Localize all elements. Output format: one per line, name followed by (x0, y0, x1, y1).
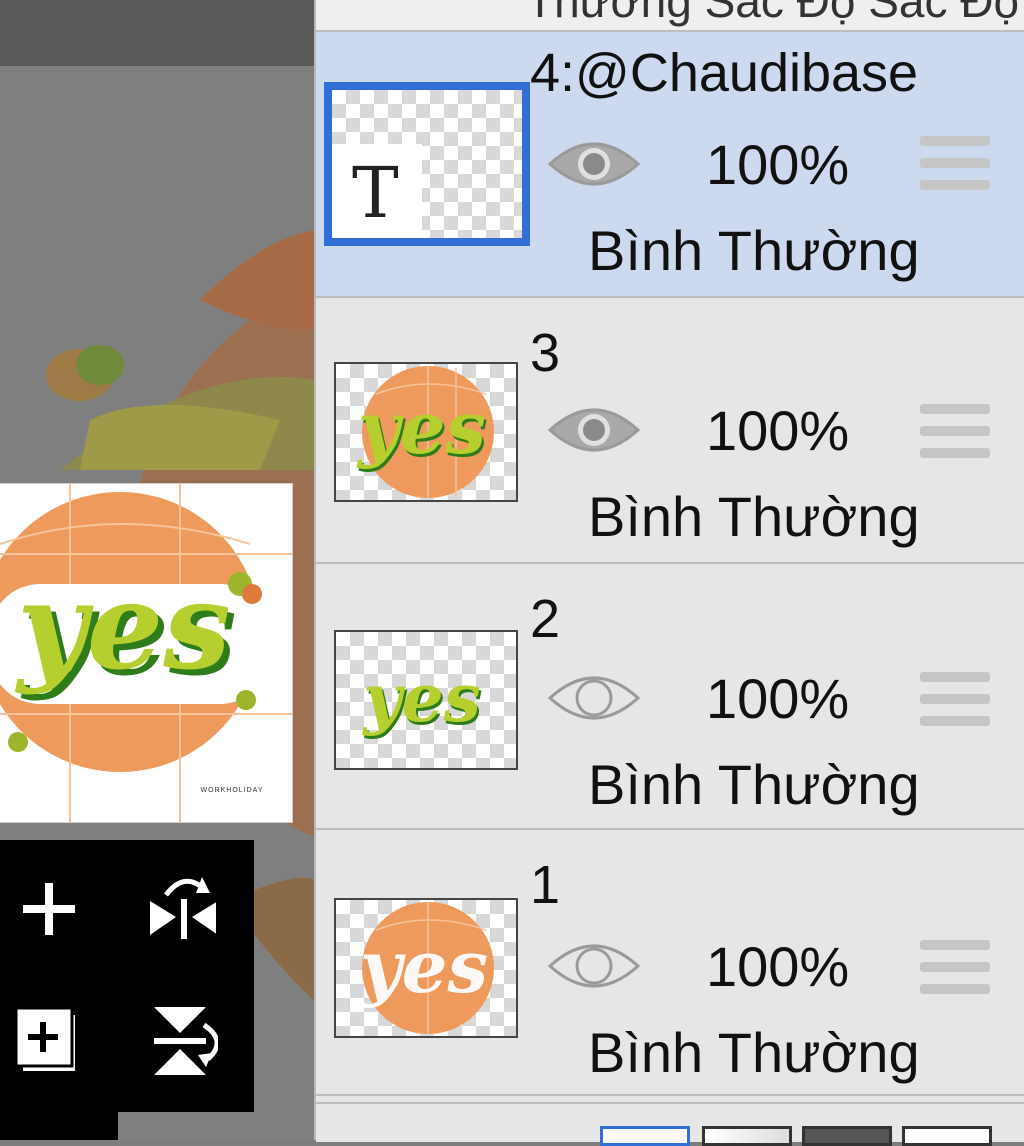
eye-hidden-icon[interactable] (546, 666, 642, 730)
layer-name: 3 (530, 323, 561, 383)
svg-text:yes: yes (361, 659, 481, 737)
swatch-selected[interactable] (600, 1126, 690, 1146)
eye-icon[interactable] (546, 132, 642, 196)
layer-opacity[interactable]: 100% (706, 666, 849, 731)
flip-vertical-button[interactable] (148, 1006, 218, 1076)
layer-tools-panel (0, 840, 254, 1112)
layer-2-artwork: yes yes (361, 659, 483, 740)
layer-thumbnail[interactable]: yes (334, 898, 518, 1038)
layer-row-2[interactable]: yes yes 2 100% Bình Thường (316, 564, 1024, 830)
swatch-light[interactable] (702, 1126, 792, 1146)
canvas-area[interactable]: yes yes WORKHOLIDAY (0, 0, 314, 1140)
flip-horizontal-icon (150, 877, 216, 939)
add-layer-button[interactable] (14, 874, 84, 944)
layer-blend-mode[interactable]: Bình Thường (588, 484, 920, 549)
preview-small-print: WORKHOLIDAY (201, 787, 264, 794)
layer-name: 1 (530, 855, 561, 915)
drag-handle-icon[interactable] (920, 938, 990, 996)
drag-handle-icon[interactable] (920, 134, 990, 192)
layer-blend-mode[interactable]: Bình Thường (588, 218, 920, 283)
drag-handle-icon[interactable] (920, 402, 990, 460)
layer-thumbnail[interactable]: yes yes (334, 362, 518, 502)
layer-name: 2 (530, 589, 561, 649)
svg-text:yes: yes (356, 385, 486, 470)
layer-row-3[interactable]: yes yes 3 100% Bình Thường (316, 298, 1024, 564)
preview-artwork: yes yes WORKHOLIDAY (0, 484, 292, 822)
layer-3-artwork: yes yes (356, 366, 494, 498)
layer-thumbnail[interactable]: T (324, 82, 530, 246)
flip-vertical-icon (154, 1007, 218, 1075)
swatch-white[interactable] (902, 1126, 992, 1146)
layer-opacity[interactable]: 100% (706, 398, 849, 463)
add-copy-icon (14, 1008, 77, 1073)
drag-handle-icon[interactable] (920, 670, 990, 728)
preview-yes-text: yes (14, 556, 231, 697)
flip-horizontal-button[interactable] (146, 872, 216, 942)
eye-icon[interactable] (546, 398, 642, 462)
layer-name: 4:@Chaudibase (530, 43, 919, 103)
previous-row-cut-text: Thường Sắc Độ Sắc Độ (526, 0, 1020, 27)
layer-panel-top-strip: Thường Sắc Độ Sắc Độ (316, 0, 1024, 32)
duplicate-layer-button[interactable] (12, 1008, 82, 1078)
eye-hidden-icon[interactable] (546, 934, 642, 998)
text-layer-icon: T (352, 152, 399, 234)
layer-thumbnail[interactable]: yes yes (334, 630, 518, 770)
layer-1-artwork: yes (358, 902, 494, 1034)
layer-blend-mode[interactable]: Bình Thường (588, 1020, 920, 1085)
tool-panel-extension (0, 1110, 118, 1140)
swatch-dark[interactable] (802, 1126, 892, 1146)
plus-icon (23, 883, 75, 935)
svg-text:yes: yes (358, 924, 488, 1009)
layer-row-4[interactable]: T 4:@Chaudibase 100% Bình Thường (316, 32, 1024, 298)
layer-row-1[interactable]: yes 1 100% Bình Thường (316, 830, 1024, 1096)
layer-panel-bottom-bar (316, 1102, 1024, 1146)
layer-opacity[interactable]: 100% (706, 934, 849, 999)
layer-panel: Thường Sắc Độ Sắc Độ T 4:@Chaudibase 100… (314, 0, 1024, 1146)
canvas-preview-image: yes yes WORKHOLIDAY (0, 484, 292, 822)
layer-blend-mode[interactable]: Bình Thường (588, 752, 920, 817)
layer-opacity[interactable]: 100% (706, 132, 849, 197)
